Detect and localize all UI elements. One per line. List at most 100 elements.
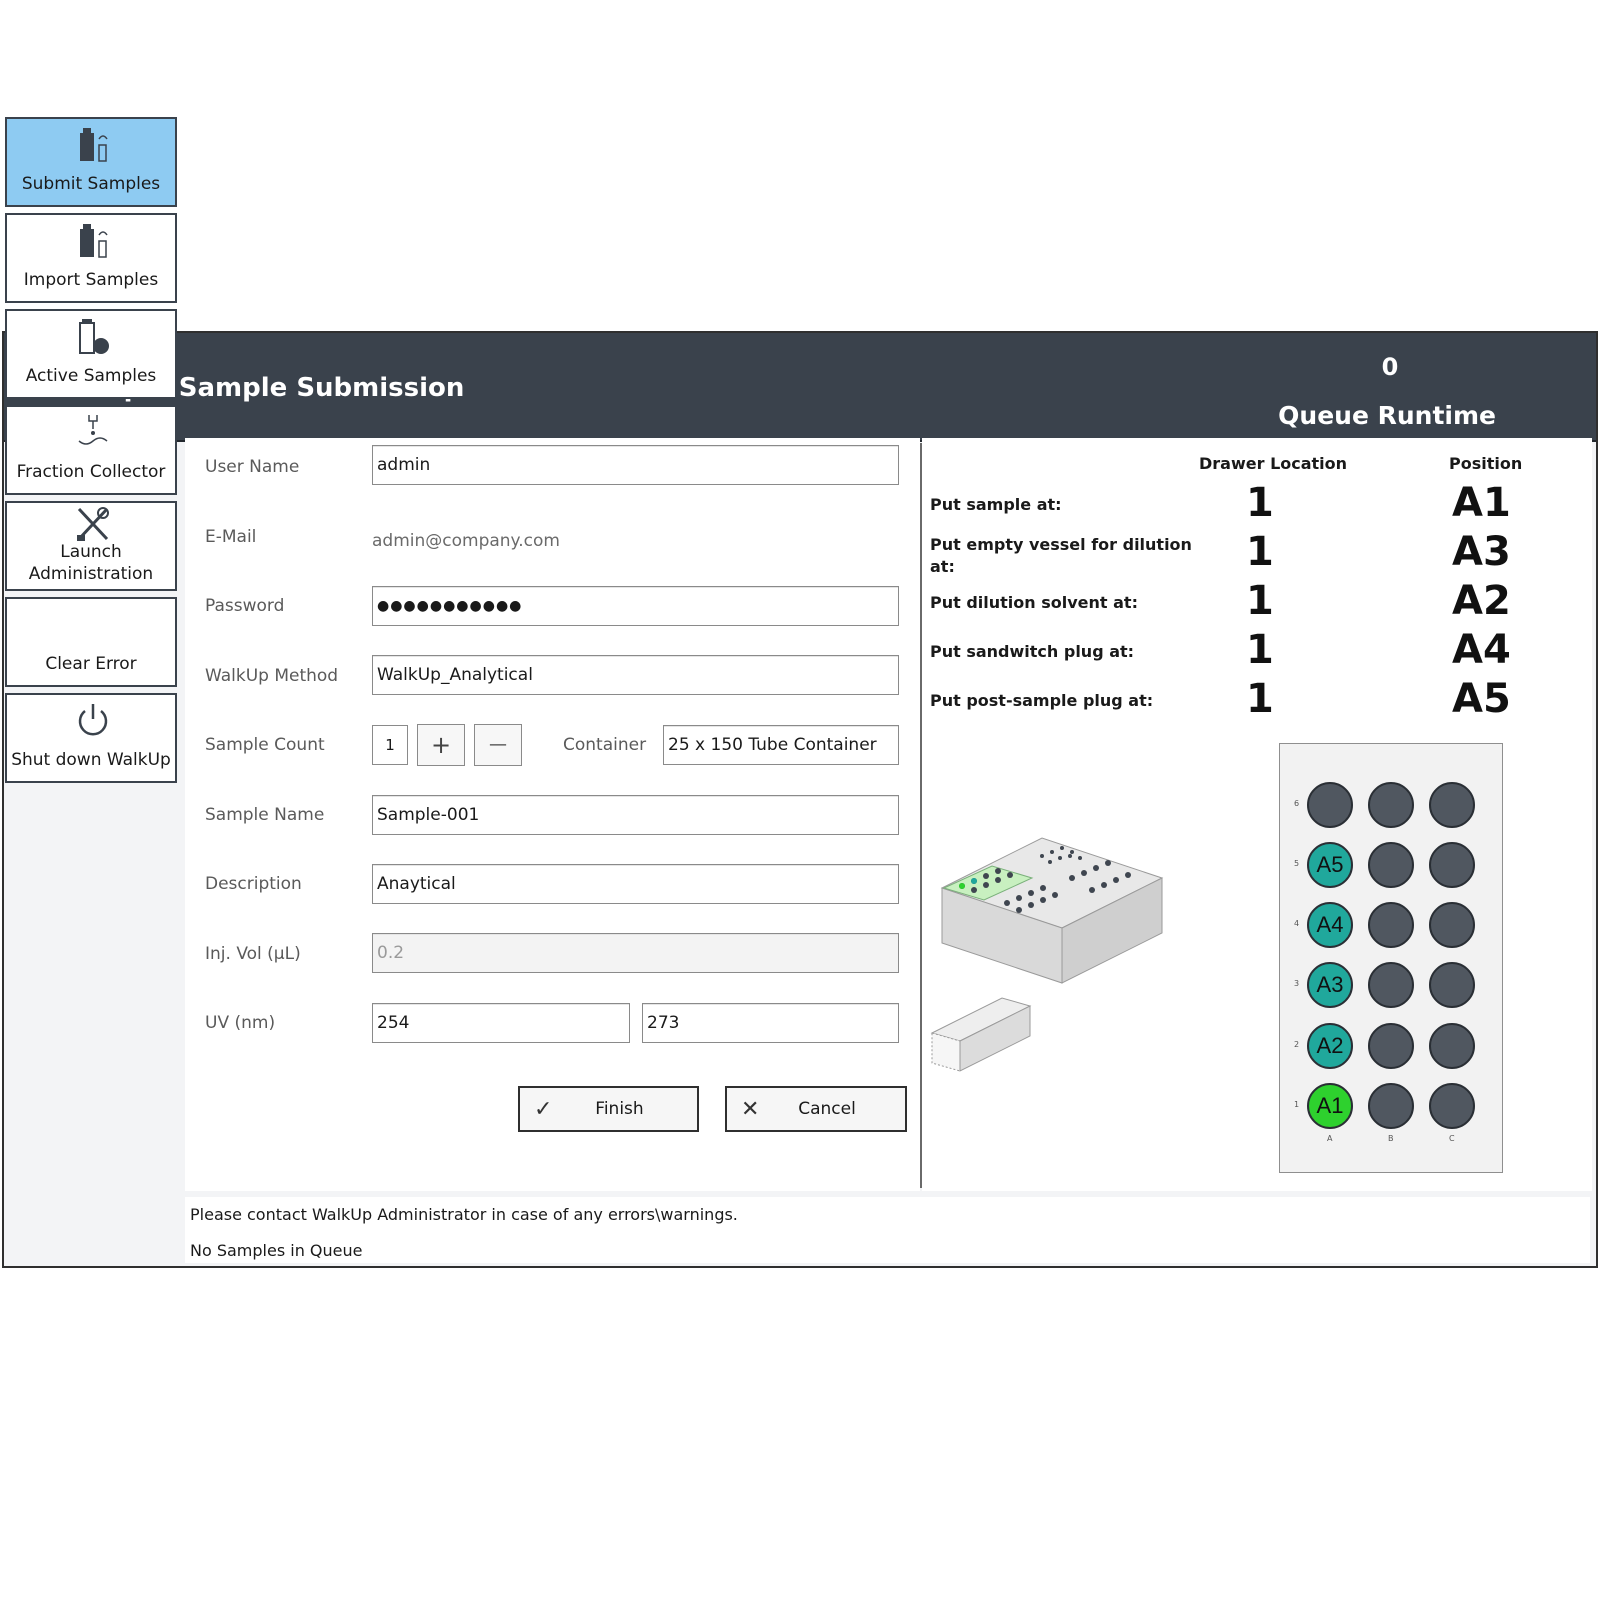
sidebar-item-label: Submit Samples — [21, 174, 161, 194]
uv-input-2[interactable]: 273 — [642, 1003, 899, 1043]
rack-well-a2[interactable]: A2 — [1307, 1023, 1353, 1069]
position-value: A4 — [1452, 627, 1511, 673]
rack-well-b4[interactable] — [1368, 902, 1414, 948]
put-dilution-solvent-label: Put dilution solvent at: — [930, 593, 1138, 612]
walkup-method-select[interactable]: WalkUp_Analytical — [372, 655, 899, 695]
rack-row-number: 1 — [1294, 1100, 1300, 1109]
queue-status: No Samples in Queue — [190, 1241, 363, 1260]
sidebar-item-shut-down[interactable]: Shut down WalkUp — [5, 693, 177, 783]
sidebar-item-clear-error[interactable]: Clear Error — [5, 597, 177, 687]
user-name-label: User Name — [205, 457, 300, 477]
uv-input-1[interactable]: 254 — [372, 1003, 630, 1043]
rack-well-b1[interactable] — [1368, 1083, 1414, 1129]
description-label: Description — [205, 874, 302, 894]
password-input[interactable]: ●●●●●●●●●●● — [372, 586, 899, 626]
sidebar-item-fraction-collector[interactable]: Fraction Collector — [5, 405, 177, 495]
sidebar-item-label: Shut down WalkUp — [11, 750, 171, 770]
administration-label: Administration — [28, 564, 154, 584]
rack-column-letter: A — [1327, 1134, 1333, 1143]
drawer-value: 1 — [1246, 578, 1274, 624]
rack-well-c4[interactable] — [1429, 902, 1475, 948]
increment-button[interactable]: + — [417, 724, 465, 766]
finish-label: Finish — [595, 1099, 644, 1119]
sidebar-item-label: Import Samples — [23, 270, 159, 290]
position-value: A1 — [1452, 480, 1511, 526]
sidebar-item-import-samples[interactable]: Import Samples — [5, 213, 177, 303]
sample-count-label: Sample Count — [205, 735, 325, 755]
rack-well-a6[interactable] — [1307, 782, 1353, 828]
rack-row-number: 2 — [1294, 1040, 1300, 1049]
rack-well-c5[interactable] — [1429, 842, 1475, 888]
rack-column-letter: B — [1388, 1134, 1394, 1143]
email-label: E-Mail — [205, 527, 257, 547]
drawer-illustration — [930, 837, 1164, 1072]
user-name-input[interactable]: admin — [372, 445, 899, 485]
inj-vol-input[interactable]: 0.2 — [372, 933, 899, 973]
position-value: A5 — [1452, 676, 1511, 722]
submission-form: User Name admin E-Mail admin@company.com… — [185, 438, 920, 1191]
rack-well-a1[interactable]: A1 — [1307, 1083, 1353, 1129]
rack-grid: 6 5 A5 4 A4 3 A3 2 A2 1 A1 A B C — [1279, 743, 1503, 1173]
rack-well-b6[interactable] — [1368, 782, 1414, 828]
rack-well-b5[interactable] — [1368, 842, 1414, 888]
rack-row-number: 3 — [1294, 979, 1300, 988]
drawer-value: 1 — [1246, 529, 1274, 575]
import-samples-icon — [80, 224, 108, 258]
header-bar: Rapid Sample Submission 0 Queue Runtime — [4, 333, 1596, 442]
label-line-2: at: — [930, 557, 955, 576]
container-label: Container — [563, 735, 647, 755]
position-value: A3 — [1452, 529, 1511, 575]
sidebar-item-launch-administration[interactable]: Launch Administration — [5, 501, 177, 591]
placement-panel: Drawer Location Position Put sample at: … — [922, 438, 1592, 1191]
power-icon — [78, 704, 108, 736]
drawer-location-header: Drawer Location — [1199, 454, 1348, 473]
sidebar-item-label: Active Samples — [25, 366, 157, 386]
container-select[interactable]: 25 x 150 Tube Container — [663, 725, 899, 765]
finish-button[interactable]: ✓ Finish — [518, 1086, 699, 1132]
launch-label: Launch — [60, 542, 122, 562]
rack-well-b2[interactable] — [1368, 1023, 1414, 1069]
sidebar-item-label: Launch Administration — [7, 541, 175, 585]
submit-samples-icon — [80, 128, 108, 162]
tools-icon — [77, 507, 109, 541]
put-post-sample-plug-label: Put post-sample plug at: — [930, 691, 1154, 710]
sidebar-item-submit-samples[interactable]: Submit Samples — [5, 117, 177, 207]
walkup-method-label: WalkUp Method — [205, 666, 339, 686]
position-value: A2 — [1452, 578, 1511, 624]
status-bar: Please contact WalkUp Administrator in c… — [185, 1197, 1590, 1263]
rack-well-b3[interactable] — [1368, 962, 1414, 1008]
uv-label: UV (nm) — [205, 1013, 276, 1033]
position-header: Position — [1449, 454, 1523, 473]
rack-well-a3[interactable]: A3 — [1307, 962, 1353, 1008]
sample-name-input[interactable]: Sample-001 — [372, 795, 899, 835]
rack-well-a5[interactable]: A5 — [1307, 842, 1353, 888]
drawer-value: 1 — [1246, 480, 1274, 526]
label-line-1: Put empty vessel for dilution — [930, 535, 1192, 554]
sidebar-item-active-samples[interactable]: Active Samples — [5, 309, 177, 399]
drawer-value: 1 — [1246, 676, 1274, 722]
password-label: Password — [205, 596, 285, 616]
cancel-button[interactable]: ✕ Cancel — [725, 1086, 907, 1132]
rack-row-number: 4 — [1294, 919, 1300, 928]
sample-name-label: Sample Name — [205, 805, 325, 825]
decrement-button[interactable]: — — [474, 724, 522, 766]
rack-well-a4[interactable]: A4 — [1307, 902, 1353, 948]
rack-well-c6[interactable] — [1429, 782, 1475, 828]
email-value: admin@company.com — [372, 531, 560, 551]
put-sample-label: Put sample at: — [930, 495, 1062, 514]
rack-row-number: 5 — [1294, 859, 1300, 868]
put-sandwich-plug-label: Put sandwitch plug at: — [930, 642, 1135, 661]
queue-count: 0 — [1381, 353, 1399, 381]
inj-vol-label: Inj. Vol (µL) — [205, 944, 301, 964]
rack-well-c1[interactable] — [1429, 1083, 1475, 1129]
put-empty-vessel-label: Put empty vessel for dilution at: — [930, 534, 1192, 578]
rack-well-c2[interactable] — [1429, 1023, 1475, 1069]
sample-count-input[interactable]: 1 — [372, 725, 408, 765]
cancel-label: Cancel — [798, 1099, 856, 1119]
description-input[interactable]: Anaytical — [372, 864, 899, 904]
rack-well-c3[interactable] — [1429, 962, 1475, 1008]
rack-column-letter: C — [1449, 1134, 1455, 1143]
queue-runtime-label: Queue Runtime — [1278, 401, 1496, 430]
active-samples-icon — [79, 319, 109, 354]
sidebar-item-label: Clear Error — [45, 654, 137, 674]
